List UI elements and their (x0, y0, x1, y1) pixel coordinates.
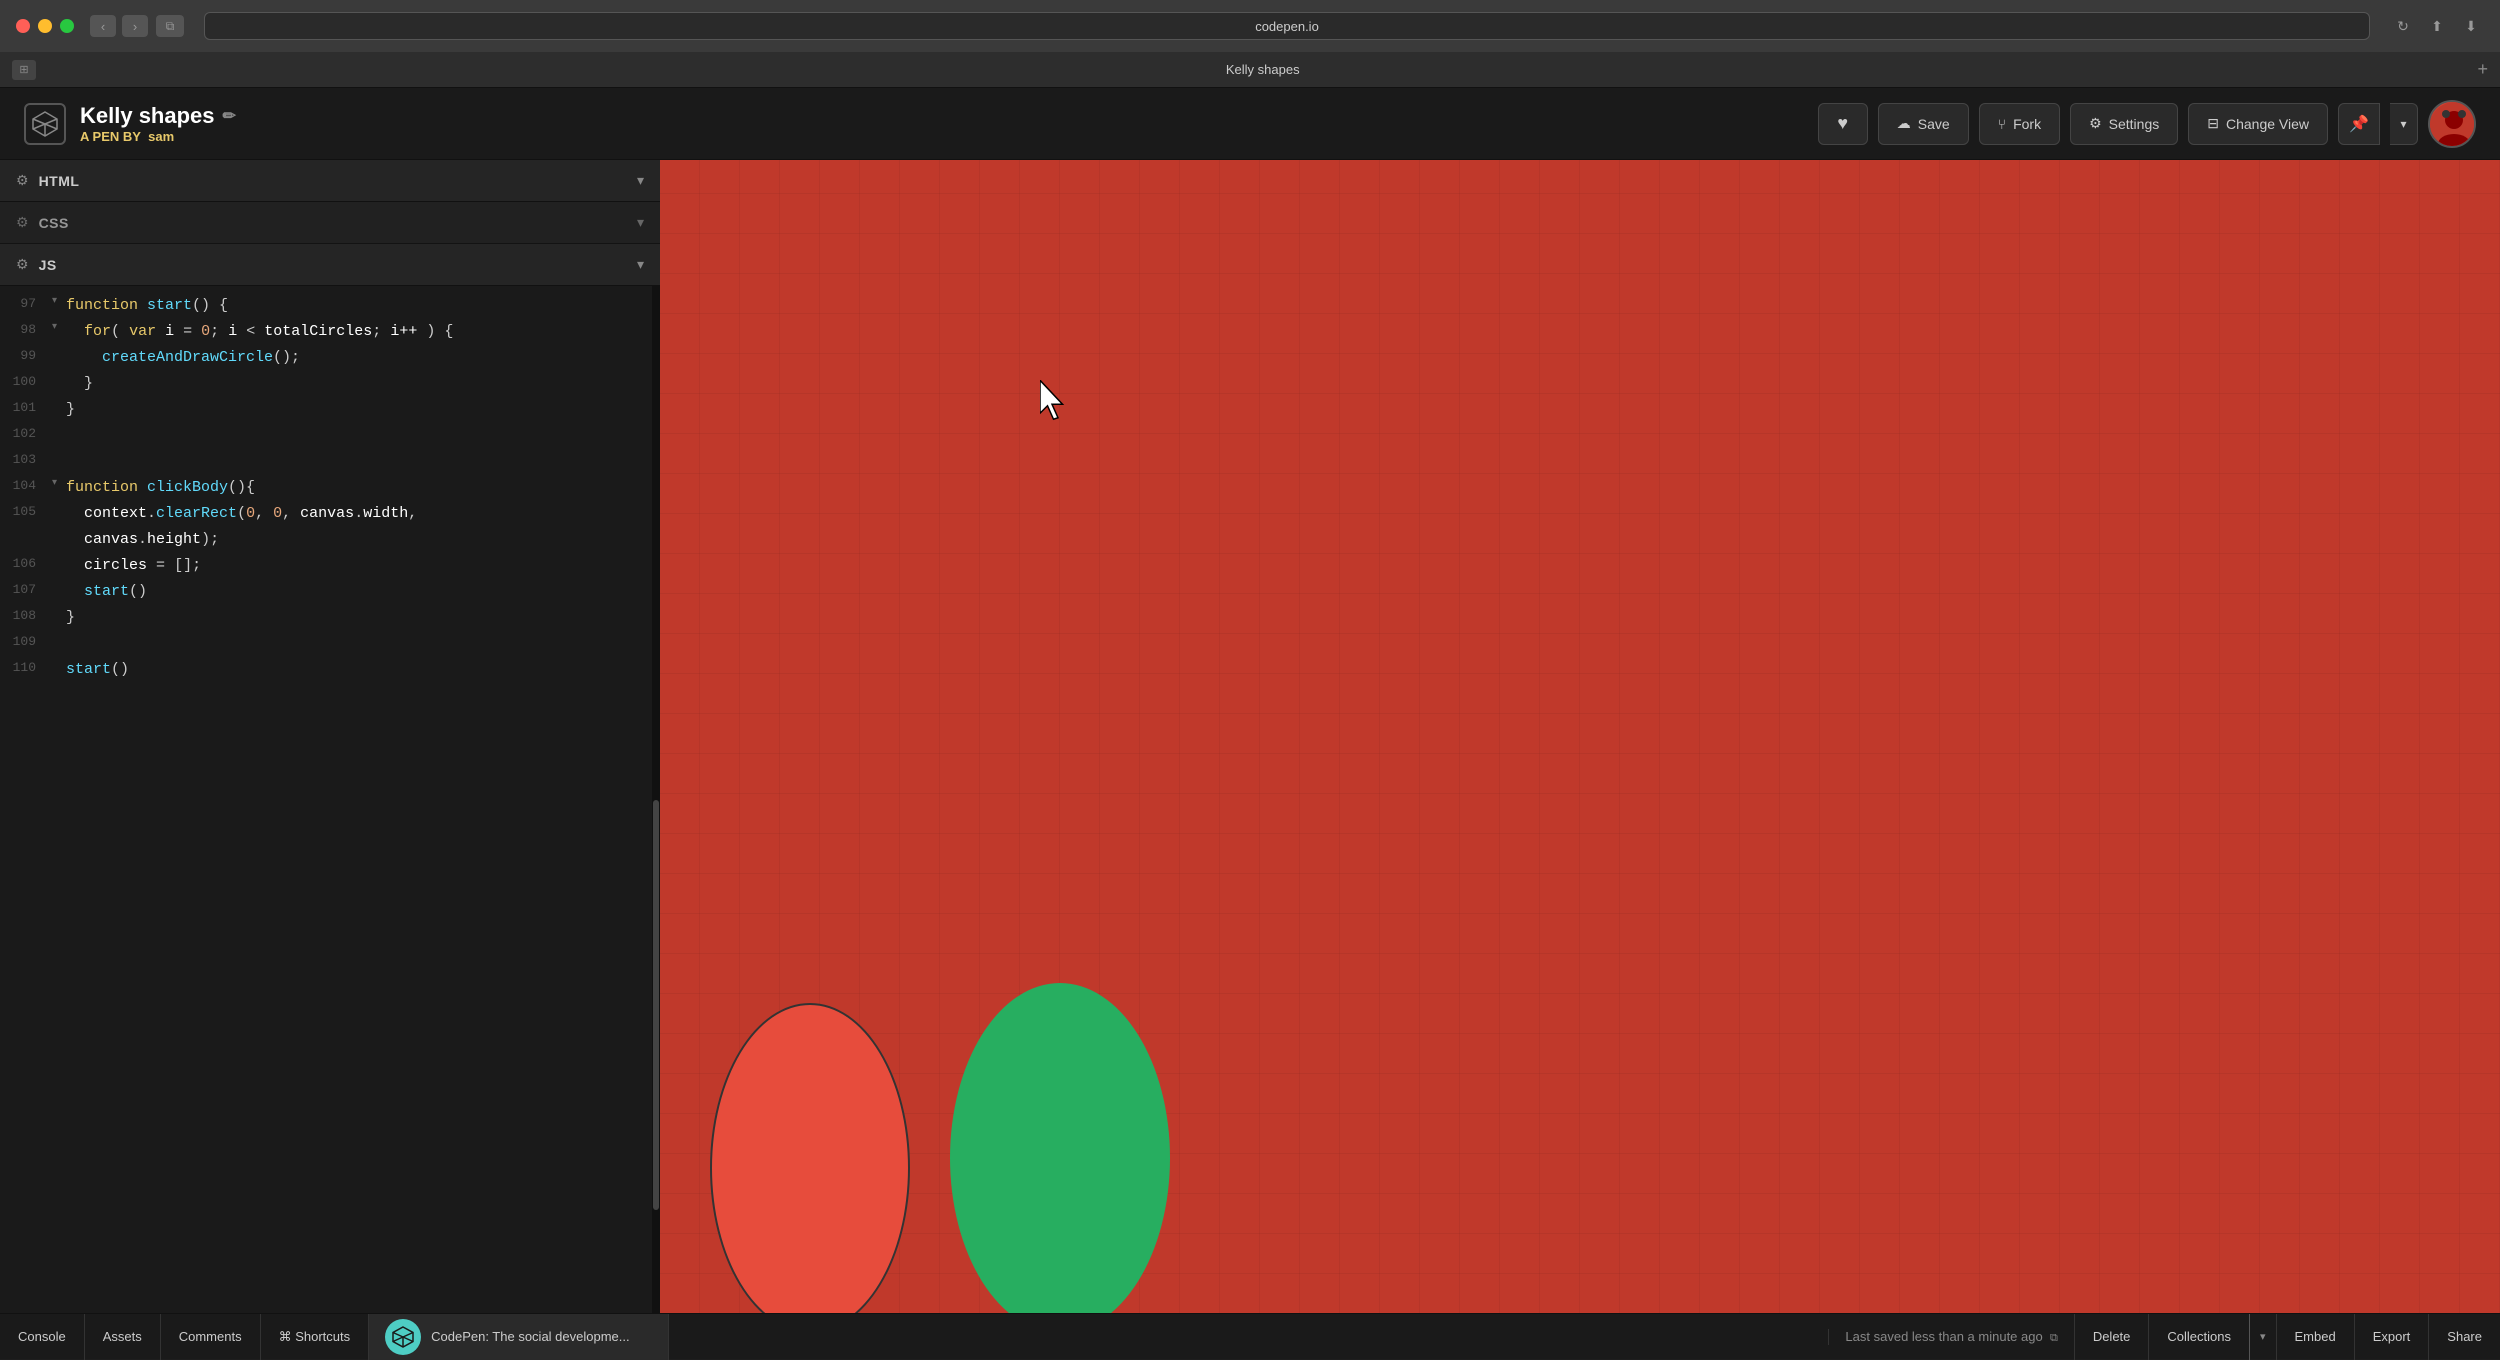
html-section-header: ⚙ HTML ▾ (0, 160, 660, 202)
green-oval (950, 983, 1170, 1313)
title-bar-right: ↻ ⬆ ⬇ (2390, 15, 2484, 37)
url-bar[interactable]: codepen.io (204, 12, 2370, 40)
collections-dropdown-button[interactable]: ▾ (2249, 1314, 2276, 1360)
pen-title: Kelly shapes ✏ (80, 103, 236, 129)
external-link-icon[interactable]: ⧉ (2050, 1332, 2058, 1344)
collections-button[interactable]: Collections (2148, 1314, 2249, 1360)
like-button[interactable]: ♥ (1818, 103, 1868, 145)
js-collapse-button[interactable]: ▾ (637, 256, 644, 273)
close-button[interactable] (16, 19, 30, 33)
embed-button[interactable]: Embed (2276, 1314, 2354, 1360)
download-button[interactable]: ⬇ (2458, 15, 2484, 37)
tab-title: Kelly shapes (48, 62, 2477, 77)
scrollbar-thumb[interactable] (653, 800, 659, 1211)
tab-bar: ⊞ Kelly shapes + (0, 52, 2500, 88)
code-line-109: 109 (0, 632, 660, 658)
scrollbar-track[interactable] (652, 286, 660, 1313)
shortcuts-tab[interactable]: ⌘ Shortcuts (261, 1314, 370, 1360)
tab-icon-1[interactable]: ⊞ (12, 60, 36, 80)
url-text: codepen.io (1255, 19, 1319, 34)
bottom-left: Console Assets Comments ⌘ Shortcuts (0, 1314, 369, 1360)
change-view-icon: ⊟ (2207, 115, 2219, 132)
save-status: Last saved less than a minute ago ⧉ (1828, 1329, 2073, 1345)
delete-button[interactable]: Delete (2074, 1314, 2149, 1360)
settings-gear-icon: ⚙ (2089, 115, 2102, 132)
css-gear-icon[interactable]: ⚙ (16, 214, 29, 231)
tab-icons: ⊞ (12, 60, 36, 80)
css-collapse-button[interactable]: ▾ (637, 214, 644, 231)
code-line-104: 104 ▾ function clickBody(){ (0, 476, 660, 502)
settings-button[interactable]: ⚙ Settings (2070, 103, 2178, 145)
avatar[interactable] (2428, 100, 2476, 148)
code-line-110: 110 start() (0, 658, 660, 684)
code-line-98: 98 ▾ for( var i = 0; i < totalCircles; i… (0, 320, 660, 346)
edit-title-icon[interactable]: ✏ (223, 106, 236, 126)
header-actions: ♥ ☁ Save ⑂ Fork ⚙ Settings ⊟ Change View… (1818, 100, 2476, 148)
new-tab-button[interactable]: + (2477, 59, 2488, 80)
share-upload-button[interactable]: ⬆ (2424, 15, 2450, 37)
code-line-107: 107 start() (0, 580, 660, 606)
app-header: Kelly shapes ✏ A PEN BY sam ♥ ☁ Save ⑂ F… (0, 88, 2500, 160)
fork-icon: ⑂ (1998, 116, 2006, 132)
code-line-106: 106 circles = []; (0, 554, 660, 580)
minimize-button[interactable] (38, 19, 52, 33)
export-button[interactable]: Export (2354, 1314, 2429, 1360)
fullscreen-button[interactable] (60, 19, 74, 33)
js-gear-icon[interactable]: ⚙ (16, 256, 29, 273)
window-view-button[interactable]: ⧉ (156, 15, 184, 37)
js-section-header: ⚙ JS ▾ (0, 244, 660, 286)
pen-title-area: Kelly shapes ✏ A PEN BY sam (80, 103, 236, 144)
js-code-area[interactable]: 97 ▾ function start() { 98 ▾ for( var i … (0, 286, 660, 1313)
back-button[interactable]: ‹ (90, 15, 116, 37)
save-button[interactable]: ☁ Save (1878, 103, 1969, 145)
preview-background[interactable] (660, 160, 2500, 1313)
avatar-image (2430, 102, 2474, 146)
console-tab[interactable]: Console (0, 1314, 85, 1360)
comments-tab[interactable]: Comments (161, 1314, 261, 1360)
codepen-notification[interactable]: CodePen: The social developme... (369, 1314, 669, 1360)
bottom-bar: Console Assets Comments ⌘ Shortcuts Code… (0, 1313, 2500, 1359)
bottom-right: Last saved less than a minute ago ⧉ Dele… (1828, 1314, 2500, 1360)
html-gear-icon[interactable]: ⚙ (16, 172, 29, 189)
main-layout: ⚙ HTML ▾ ⚙ CSS ▾ ⚙ JS ▾ 97 ▾ function st… (0, 160, 2500, 1313)
code-editor: 97 ▾ function start() { 98 ▾ for( var i … (0, 286, 660, 692)
html-section-title: HTML (39, 173, 80, 189)
traffic-lights (16, 19, 74, 33)
code-line-101: 101 } (0, 398, 660, 424)
refresh-button[interactable]: ↻ (2390, 15, 2416, 37)
code-line-99: 99 createAndDrawCircle(); (0, 346, 660, 372)
assets-tab[interactable]: Assets (85, 1314, 161, 1360)
pen-subtitle: A PEN BY sam (80, 129, 236, 144)
js-section-title: JS (39, 257, 57, 273)
codepen-logo (24, 103, 66, 145)
css-section-title: CSS (39, 215, 69, 231)
code-line-102: 102 (0, 424, 660, 450)
change-view-button[interactable]: ⊟ Change View (2188, 103, 2328, 145)
pin-dropdown-button[interactable]: ▾ (2390, 103, 2418, 145)
red-oval (710, 1003, 910, 1313)
code-line-103: 103 (0, 450, 660, 476)
shapes-container (710, 983, 1170, 1313)
editor-panel: ⚙ HTML ▾ ⚙ CSS ▾ ⚙ JS ▾ 97 ▾ function st… (0, 160, 660, 1313)
code-line-105b: canvas.height); (0, 528, 660, 554)
code-line-105: 105 context.clearRect(0, 0, canvas.width… (0, 502, 660, 528)
html-collapse-button[interactable]: ▾ (637, 172, 644, 189)
code-line-97: 97 ▾ function start() { (0, 294, 660, 320)
pin-button[interactable]: 📌 (2338, 103, 2380, 145)
preview-panel[interactable] (660, 160, 2500, 1313)
title-bar: ‹ › ⧉ codepen.io ↻ ⬆ ⬇ (0, 0, 2500, 52)
code-line-108: 108 } (0, 606, 660, 632)
save-cloud-icon: ☁ (1897, 115, 1911, 132)
share-button[interactable]: Share (2428, 1314, 2500, 1360)
code-line-100: 100 } (0, 372, 660, 398)
forward-button[interactable]: › (122, 15, 148, 37)
fork-button[interactable]: ⑂ Fork (1979, 103, 2060, 145)
nav-arrows: ‹ › (90, 15, 148, 37)
codepen-title: CodePen: The social developme... (431, 1329, 630, 1344)
codepen-logo-circle (385, 1319, 421, 1355)
css-section-header: ⚙ CSS ▾ (0, 202, 660, 244)
